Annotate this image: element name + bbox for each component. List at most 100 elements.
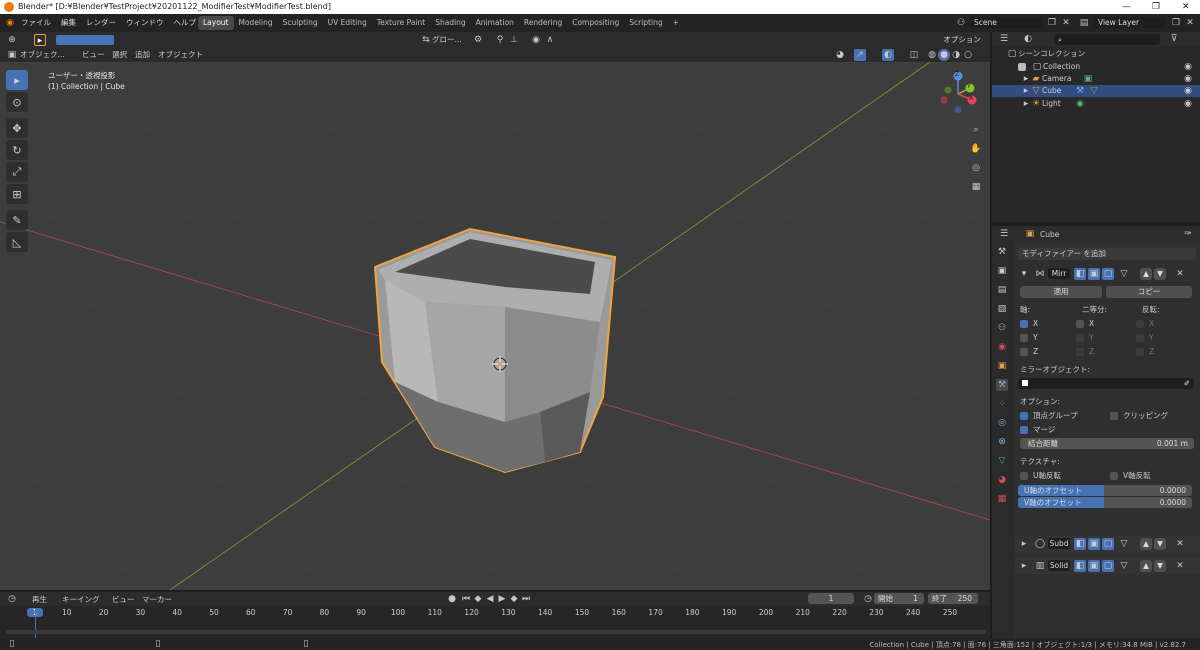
tab-animation[interactable]: Animation [471, 16, 519, 30]
new-scene-icon[interactable]: ❐ [1046, 17, 1058, 29]
outliner-row-camera[interactable]: ▸ ▰ Camera ▣ ◉ [1022, 73, 1200, 85]
pan-hand-icon[interactable]: ✋ [970, 143, 982, 155]
constraints-tab-icon[interactable]: ⊗ [996, 436, 1008, 448]
scene-tab-icon[interactable]: ⚇ [996, 322, 1008, 334]
bisect-x-checkbox[interactable]: X [1076, 318, 1094, 330]
outliner-editor-icon[interactable]: ☰ [998, 33, 1010, 45]
delete-view-layer-icon[interactable]: ✕ [1184, 17, 1196, 29]
menu-file[interactable]: ファイル [16, 14, 56, 32]
editmode-toggle-icon[interactable]: ◧ [1074, 268, 1086, 280]
flip-z-checkbox[interactable]: Z [1136, 346, 1154, 358]
timeline-view-menu[interactable]: ビュー [112, 594, 135, 605]
3d-viewport[interactable]: ユーザー・透視投影 (1) Collection | Cube Z Y X ⌕ … [0, 62, 990, 590]
v-offset-field[interactable]: V軸のオフセット 0.0000 [1018, 497, 1192, 508]
select-menu[interactable]: 選択 [112, 49, 127, 61]
rendered-shading-icon[interactable]: ○ [962, 49, 974, 61]
move-up-icon[interactable]: ▲ [1140, 538, 1152, 550]
copy-button[interactable]: コピー [1106, 286, 1192, 298]
visibility-eye-icon[interactable]: ◉ [1182, 85, 1194, 97]
object-tab-icon[interactable]: ▣ [996, 360, 1008, 372]
options-dropdown[interactable]: オプション [938, 34, 986, 46]
modifier-name-field[interactable]: Mirr [1048, 268, 1070, 279]
object-menu[interactable]: オブジェクト [158, 49, 203, 61]
perspective-grid-icon[interactable]: ▦ [970, 181, 982, 193]
measure-tool-icon[interactable]: ◺ [6, 232, 28, 252]
realtime-toggle-icon[interactable]: ▢ [1102, 268, 1114, 280]
render-toggle-icon[interactable]: ▣ [1088, 268, 1100, 280]
snap-target-icon[interactable]: ⊥ [508, 34, 520, 46]
current-frame-field[interactable]: 1 [808, 593, 854, 604]
jump-start-icon[interactable]: ⏮ [460, 593, 472, 605]
render-tab-icon[interactable]: ▣ [996, 265, 1008, 277]
display-mode-icon[interactable]: ◐ [1022, 33, 1034, 45]
exclude-checkbox[interactable] [1018, 63, 1026, 71]
end-frame-field[interactable]: 終了 250 [928, 593, 978, 604]
next-keyframe-icon[interactable]: ◆ [508, 593, 520, 605]
view-layer-selector[interactable]: View Layer [1094, 17, 1166, 28]
editmode-toggle-icon[interactable]: ◧ [1074, 538, 1086, 550]
wireframe-shading-icon[interactable]: ◍ [926, 49, 938, 61]
zoom-icon[interactable]: ⌕ [970, 124, 982, 136]
bisect-y-checkbox[interactable]: Y [1076, 332, 1094, 344]
visibility-eye-icon[interactable]: ◉ [1182, 98, 1194, 110]
outliner-row-light[interactable]: ▸ ☀ Light ◉ ◉ [1022, 98, 1200, 110]
tab-shading[interactable]: Shading [430, 16, 470, 30]
scene-collection-row[interactable]: ▢ シーンコレクション [1006, 48, 1085, 60]
orientation-dropdown[interactable]: グロー... [432, 34, 462, 46]
transform-tool-icon[interactable]: ⊞ [6, 184, 28, 204]
minimize-button[interactable]: — [1122, 0, 1131, 14]
move-down-icon[interactable]: ▼ [1154, 268, 1166, 280]
outliner-search-input[interactable]: ⌕ [1054, 34, 1160, 45]
properties-editor-icon[interactable]: ☰ [998, 228, 1010, 240]
tool-tab-icon[interactable]: ⚒ [996, 246, 1008, 258]
pivot-icon[interactable]: ⚙ [472, 34, 484, 46]
add-menu[interactable]: 追加 [135, 49, 150, 61]
solid-name-field[interactable]: Solid [1048, 560, 1070, 571]
proportional-edit-icon[interactable]: ◉ [530, 34, 542, 46]
scale-tool-icon[interactable]: ⤢ [6, 162, 28, 182]
navigation-gizmo[interactable]: Z Y X [936, 70, 980, 114]
data-tab-icon[interactable]: ▽ [996, 455, 1008, 467]
material-shading-icon[interactable]: ◑ [950, 49, 962, 61]
axis-z-checkbox[interactable]: Z [1020, 346, 1038, 358]
view-menu[interactable]: ビュー [82, 49, 105, 61]
flip-x-checkbox[interactable]: X [1136, 318, 1154, 330]
eyedropper-icon[interactable]: ✐ [1184, 378, 1190, 389]
physics-tab-icon[interactable]: ◎ [996, 417, 1008, 429]
jump-end-icon[interactable]: ⏭ [520, 593, 532, 605]
menu-help[interactable]: ヘルプ [169, 14, 202, 32]
particles-tab-icon[interactable]: ⁘ [996, 398, 1008, 410]
tab-sculpting[interactable]: Sculpting [278, 16, 323, 30]
record-icon[interactable]: ● [446, 593, 458, 605]
editmode-toggle-icon[interactable]: ◧ [1074, 560, 1086, 572]
move-up-icon[interactable]: ▲ [1140, 268, 1152, 280]
axis-x-checkbox[interactable]: X [1020, 318, 1038, 330]
prev-keyframe-icon[interactable]: ◆ [472, 593, 484, 605]
solid-shading-icon[interactable]: ● [938, 49, 950, 61]
remove-modifier-icon[interactable]: ✕ [1174, 560, 1186, 572]
expand-arrow-icon[interactable]: ▸ [1018, 560, 1030, 572]
menu-render[interactable]: レンダー [81, 14, 121, 32]
xray-icon[interactable]: ◫ [908, 49, 920, 61]
camera-view-icon[interactable]: ◎ [970, 162, 982, 174]
clipping-checkbox[interactable]: クリッピング [1110, 410, 1168, 422]
close-button[interactable]: ✕ [1182, 0, 1190, 14]
blender-menu-icon[interactable]: ◉ [4, 17, 16, 29]
tab-scripting[interactable]: Scripting [624, 16, 667, 30]
remove-modifier-icon[interactable]: ✕ [1174, 538, 1186, 550]
move-down-icon[interactable]: ▼ [1154, 560, 1166, 572]
flip-u-checkbox[interactable]: U軸反転 [1020, 470, 1061, 482]
axis-y-checkbox[interactable]: Y [1020, 332, 1038, 344]
flip-v-checkbox[interactable]: V軸反転 [1110, 470, 1151, 482]
timeline-editor-icon[interactable]: ◷ [6, 593, 18, 605]
realtime-toggle-icon[interactable]: ▢ [1102, 560, 1114, 572]
tab-texture-paint[interactable]: Texture Paint [372, 16, 430, 30]
falloff-icon[interactable]: ∧ [544, 34, 556, 46]
expand-arrow-icon[interactable]: ▸ [1018, 538, 1030, 550]
visibility-icon[interactable]: ◕ [834, 49, 846, 61]
cage-toggle-icon[interactable]: ▽ [1118, 268, 1130, 280]
u-offset-field[interactable]: U軸のオフセット 0.0000 [1018, 485, 1192, 496]
cage-toggle-icon[interactable]: ▽ [1118, 538, 1130, 550]
realtime-toggle-icon[interactable]: ▢ [1102, 538, 1114, 550]
render-toggle-icon[interactable]: ▣ [1088, 538, 1100, 550]
